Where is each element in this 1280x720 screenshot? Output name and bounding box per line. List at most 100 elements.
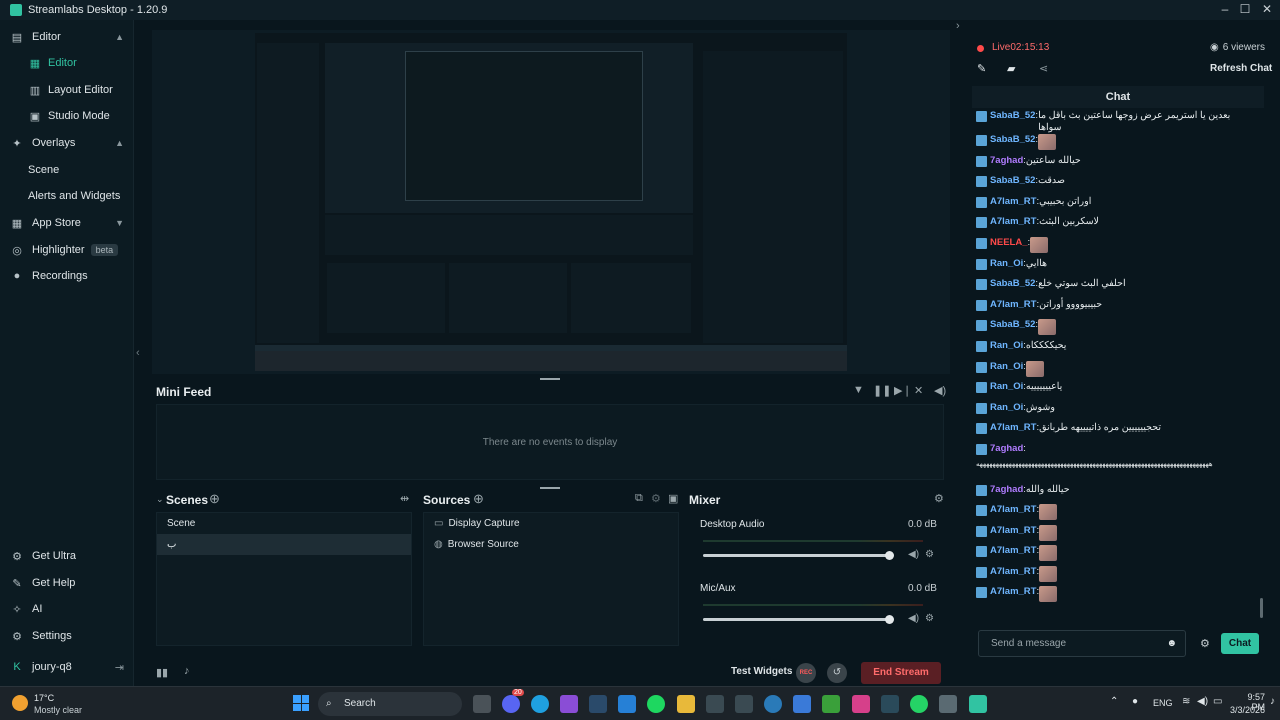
scene-item-selected[interactable]: ب [157,534,411,555]
chat-username[interactable]: Ran_Oi [990,361,1023,373]
tray-chevron-icon[interactable]: ⌃ [1110,696,1118,707]
settings-app-icon[interactable] [939,695,957,713]
chat-username[interactable]: NEELA_ [990,237,1027,249]
add-source-icon[interactable]: ⊕ [473,491,484,507]
minecraft-icon[interactable] [822,695,840,713]
source-properties-icon[interactable]: ▣ [668,492,678,505]
mic-aux-slider[interactable] [703,618,893,621]
scene-item[interactable]: Scene [157,513,411,534]
game-icon[interactable] [881,695,899,713]
maximize-icon[interactable]: ☐ [1235,2,1255,16]
whatsapp-icon[interactable] [910,695,928,713]
minimize-icon[interactable]: – [1215,2,1235,16]
sidebar-item-scene[interactable]: Scene [0,159,134,181]
chat-username[interactable]: 7aghad [990,443,1023,455]
notepad-icon[interactable] [793,695,811,713]
chat-username[interactable]: SabaB_52 [990,110,1035,122]
chat-username[interactable]: 7aghad [990,484,1023,496]
sidebar-item-settings[interactable]: ⚙ Settings [0,625,134,647]
streamlabs-taskbar-icon[interactable] [969,695,987,713]
filter-icon[interactable]: ▼ [853,384,864,396]
chat-username[interactable]: A7lam_RT [990,196,1036,208]
gear-icon[interactable]: ⚙ [925,613,934,624]
chat-username[interactable]: Ran_Oi [990,381,1023,393]
sidebar-item-get-ultra[interactable]: ⚙ Get Ultra [0,545,134,567]
wifi-icon[interactable]: ≋ [1182,696,1190,707]
chat-username[interactable]: SabaB_52 [990,278,1035,290]
edge-icon[interactable] [531,695,549,713]
sidebar-item-app-store[interactable]: ▦ App Store ▼ [0,212,134,234]
source-item[interactable]: ▭ Display Capture [424,513,678,534]
resize-handle[interactable] [540,378,560,380]
mute-alerts-icon[interactable]: ✕ [914,384,923,397]
chat-username[interactable]: Ran_Oi [990,258,1023,270]
clock-date[interactable]: 3/3/2026 [1221,705,1265,715]
chat-settings-icon[interactable]: ⚙ [1200,637,1210,650]
sidebar-item-get-help[interactable]: ✎ Get Help [0,572,134,594]
chat-username[interactable]: A7lam_RT [990,566,1036,578]
language-indicator[interactable]: ENG [1153,698,1173,708]
replay-buffer-icon[interactable]: ↺ [827,663,847,683]
weather-text[interactable]: Mostly clear [34,705,82,715]
skip-icon[interactable]: ▶❘ [894,384,912,397]
file-explorer-icon[interactable] [677,695,695,713]
spotify-icon[interactable] [647,695,665,713]
chat-username[interactable]: 7aghad [990,155,1023,167]
mixer-settings-icon[interactable]: ⚙ [934,492,944,505]
sidebar-item-layout-editor[interactable]: ▥ Layout Editor [0,79,134,101]
stream-info-icon[interactable]: ▰ [1007,62,1015,75]
sidebar-item-recordings[interactable]: ● Recordings [0,265,134,287]
test-widgets-label[interactable]: Test Widgets [731,666,792,677]
calculator-icon[interactable] [735,695,753,713]
chat-username[interactable]: A7lam_RT [990,422,1036,434]
emoji-icon[interactable]: ☻ [1166,638,1177,649]
collapse-scenes-icon[interactable]: ⌄ [156,494,164,505]
browser-icon[interactable] [764,695,782,713]
sidebar-item-editor-group[interactable]: ▤ Editor ▲ [0,26,134,48]
sidebar-item-overlays[interactable]: ✦ Overlays ▲ [0,132,134,154]
chat-username[interactable]: A7lam_RT [990,504,1036,516]
chat-username[interactable]: SabaB_52 [990,134,1035,146]
speaker-icon[interactable]: ◀) [908,613,919,624]
terminal-icon[interactable] [706,695,724,713]
chat-username[interactable]: A7lam_RT [990,299,1036,311]
visual-studio-icon[interactable] [560,695,578,713]
mic-tray-icon[interactable]: ● [1132,696,1138,707]
add-scene-icon[interactable]: ⊕ [209,491,220,507]
source-item[interactable]: ◍ Browser Source [424,534,678,555]
sidebar-item-account[interactable]: Kjoury-q8 ⇥ [0,656,134,678]
close-icon[interactable]: ✕ [1257,2,1277,16]
taskbar-search[interactable]: ⌕ Search [318,692,462,716]
end-stream-button[interactable]: End Stream [861,662,941,684]
volume-tray-icon[interactable]: ◀) [1197,696,1208,707]
share-icon[interactable]: ⋖ [1039,62,1048,75]
notification-bell-icon[interactable]: ♪ [1270,696,1275,707]
weather-temp[interactable]: 17°C [34,693,54,703]
vscode-icon[interactable] [618,695,636,713]
collapse-left-icon[interactable]: ‹ [136,347,140,359]
resize-handle[interactable] [540,487,560,489]
desktop-audio-slider[interactable] [703,554,893,557]
notifications-icon[interactable]: ♪ [184,665,190,677]
expand-chat-icon[interactable]: › [956,20,960,32]
steam-icon[interactable] [589,695,607,713]
gear-icon[interactable]: ⚙ [925,549,934,560]
sidebar-item-editor[interactable]: ▦ Editor [0,52,134,74]
sidebar-item-ai[interactable]: ✧ AI [0,598,134,620]
chat-input[interactable]: Send a message ☻ [978,630,1186,657]
source-folder-icon[interactable]: ⧉ [635,492,643,505]
scene-transitions-icon[interactable]: ⇹ [400,492,409,505]
chat-username[interactable]: SabaB_52 [990,319,1035,331]
chat-username[interactable]: A7lam_RT [990,586,1036,598]
discord-icon[interactable] [502,695,520,713]
rec-button[interactable]: REC [796,663,816,683]
chat-scrollbar[interactable] [1260,598,1263,618]
chat-username[interactable]: Ran_Oi [990,340,1023,352]
source-group-icon[interactable]: ⚙ [651,492,661,505]
edit-icon[interactable]: ✎ [977,62,986,75]
refresh-chat-button[interactable]: Refresh Chat [1210,63,1272,74]
chat-username[interactable]: Ran_Oi [990,402,1023,414]
chat-username[interactable]: SabaB_52 [990,175,1035,187]
performance-icon[interactable]: ▮▮ [156,666,168,679]
windows-start-icon[interactable] [293,695,309,711]
